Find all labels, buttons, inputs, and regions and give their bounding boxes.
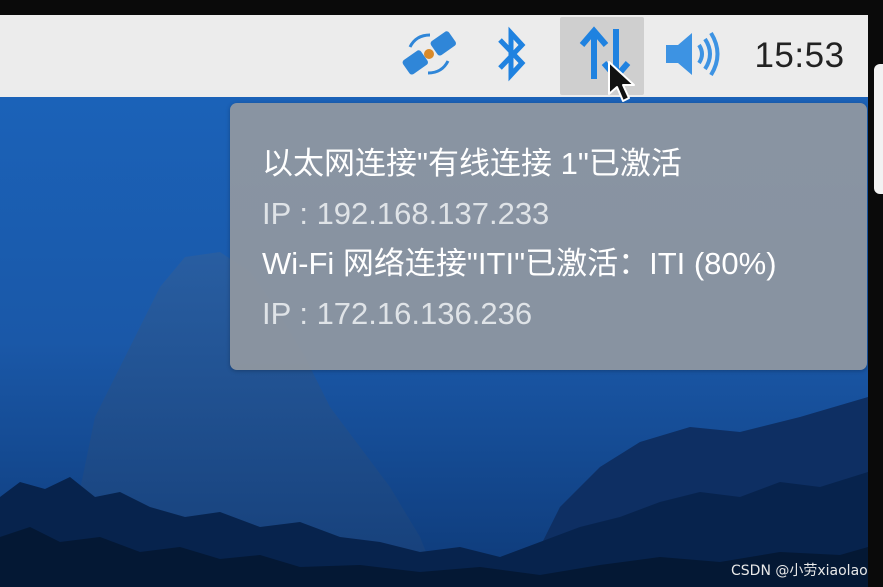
wifi-status-text: Wi-Fi 网络连接"ITI"已激活：ITI (80%) bbox=[262, 246, 777, 281]
bluetooth-tray-button[interactable] bbox=[477, 17, 547, 95]
ethernet-status-text: 以太网连接"有线连接 1"已激活 bbox=[262, 146, 682, 181]
app-indicator-icon bbox=[396, 21, 462, 91]
wifi-ip-text: IP : 172.16.136.236 bbox=[262, 296, 533, 331]
app-indicator-tray-button[interactable] bbox=[394, 17, 464, 95]
adjacent-window-edge bbox=[874, 64, 883, 194]
top-black-strip bbox=[0, 0, 883, 15]
mouse-cursor-icon bbox=[607, 60, 637, 110]
clock[interactable]: 15:53 bbox=[742, 15, 857, 97]
right-edge-strip bbox=[868, 0, 883, 587]
volume-tray-button[interactable] bbox=[657, 17, 727, 95]
ethernet-ip-text: IP : 192.168.137.233 bbox=[262, 196, 550, 231]
watermark: CSDN @小劳xiaolao bbox=[731, 563, 868, 579]
bluetooth-icon bbox=[492, 23, 532, 89]
network-tooltip: 以太网连接"有线连接 1"已激活 IP : 192.168.137.233 Wi… bbox=[230, 103, 867, 370]
volume-icon bbox=[660, 24, 724, 88]
